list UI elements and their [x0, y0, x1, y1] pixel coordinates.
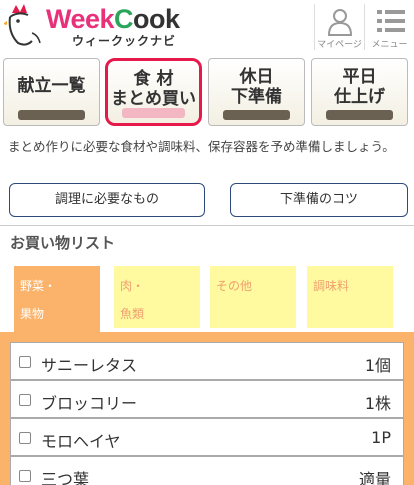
category-label-line2: 果物: [20, 307, 45, 321]
tab-label: 食 材 まとめ買い: [108, 69, 199, 109]
item-name: ブロッコリー: [41, 394, 138, 413]
tab-label: 平日 仕上げ: [312, 67, 407, 107]
tab-menu-list[interactable]: 献立一覧: [3, 58, 100, 126]
category-tab-seasoning[interactable]: 調味料: [307, 266, 393, 328]
list-item[interactable]: ブロッコリー 1株: [10, 380, 404, 418]
mypage-label: マイページ: [317, 40, 362, 50]
item-quantity: 1株: [364, 394, 391, 413]
hamburger-menu-icon: [377, 10, 405, 32]
item-checkbox[interactable]: [19, 432, 31, 444]
shopping-list-panel: サニーレタス 1個 ブロッコリー 1株 モロヘイヤ 1P 三つ葉 適量: [0, 332, 414, 485]
tab-indicator-bar: [223, 110, 290, 120]
tab-label-line2: 下準備: [231, 87, 282, 107]
list-item[interactable]: サニーレタス 1個: [10, 342, 404, 380]
logo-subtitle: ウィークックナビ: [72, 34, 177, 48]
tab-indicator-bar: [326, 110, 393, 120]
item-name: 三つ葉: [41, 470, 90, 485]
category-tab-other[interactable]: その他: [210, 266, 296, 328]
tab-label: 休日 下準備: [209, 67, 304, 107]
tab-label-line1: 食 材: [133, 69, 174, 89]
divider: [0, 225, 414, 226]
shopping-list-title: お買い物リスト: [10, 234, 116, 252]
tab-label-line2: 仕上げ: [334, 87, 385, 107]
item-name: モロヘイヤ: [41, 432, 121, 451]
category-label-line2: 魚類: [120, 307, 145, 321]
menu-button[interactable]: メニュー: [364, 4, 414, 50]
item-name: サニーレタス: [41, 356, 138, 375]
app-header: WeekCook ウィークックナビ マイページ メニュー: [0, 0, 414, 52]
tab-label-line2: まとめ買い: [111, 89, 196, 109]
page-description: まとめ作りに必要な食材や調味料、保存容器を予め準備しましょう。: [8, 139, 395, 154]
mypage-button[interactable]: マイページ: [314, 4, 364, 50]
category-tab-meat-fish[interactable]: 肉・ 魚類: [114, 266, 200, 328]
category-label-line1: 肉・: [120, 279, 145, 293]
tab-label-line1: 平日: [342, 67, 377, 87]
item-checkbox[interactable]: [19, 394, 31, 406]
tab-label-line1: 休日: [239, 67, 274, 87]
main-tab-nav: 献立一覧 食 材 まとめ買い 休日 下準備 平日 仕上げ: [0, 56, 414, 132]
logo-part3: ook: [133, 4, 180, 34]
tab-holiday-prep[interactable]: 休日 下準備: [208, 58, 305, 126]
chicken-logo-icon[interactable]: [4, 3, 44, 47]
category-label-line1: その他: [216, 279, 253, 293]
tab-bulk-shopping[interactable]: 食 材 まとめ買い: [105, 58, 202, 126]
list-item[interactable]: モロヘイヤ 1P: [10, 418, 404, 456]
list-item[interactable]: 三つ葉 適量: [10, 456, 404, 485]
tab-indicator-bar: [122, 108, 185, 118]
item-quantity: 適量: [358, 470, 391, 485]
menu-label: メニュー: [371, 40, 408, 50]
tab-label: 献立一覧: [17, 76, 86, 96]
logo-part1: Week: [46, 4, 115, 34]
tab-indicator-bar: [18, 110, 85, 120]
item-quantity: 1P: [371, 428, 391, 447]
user-icon: [327, 9, 353, 36]
category-label-line1: 調味料: [313, 279, 350, 293]
logo-wordmark[interactable]: WeekCook: [46, 4, 180, 34]
prep-tips-button[interactable]: 下準備のコツ: [230, 183, 408, 217]
category-label-line1: 野菜・: [20, 279, 57, 293]
tab-weekday-finish[interactable]: 平日 仕上げ: [311, 58, 408, 126]
item-checkbox[interactable]: [19, 356, 31, 368]
item-quantity: 1個: [364, 356, 391, 375]
category-tab-vegetables[interactable]: 野菜・ 果物: [14, 266, 100, 332]
logo-part2: C: [114, 4, 134, 34]
needed-items-button[interactable]: 調理に必要なもの: [9, 183, 205, 217]
item-checkbox[interactable]: [19, 470, 31, 482]
